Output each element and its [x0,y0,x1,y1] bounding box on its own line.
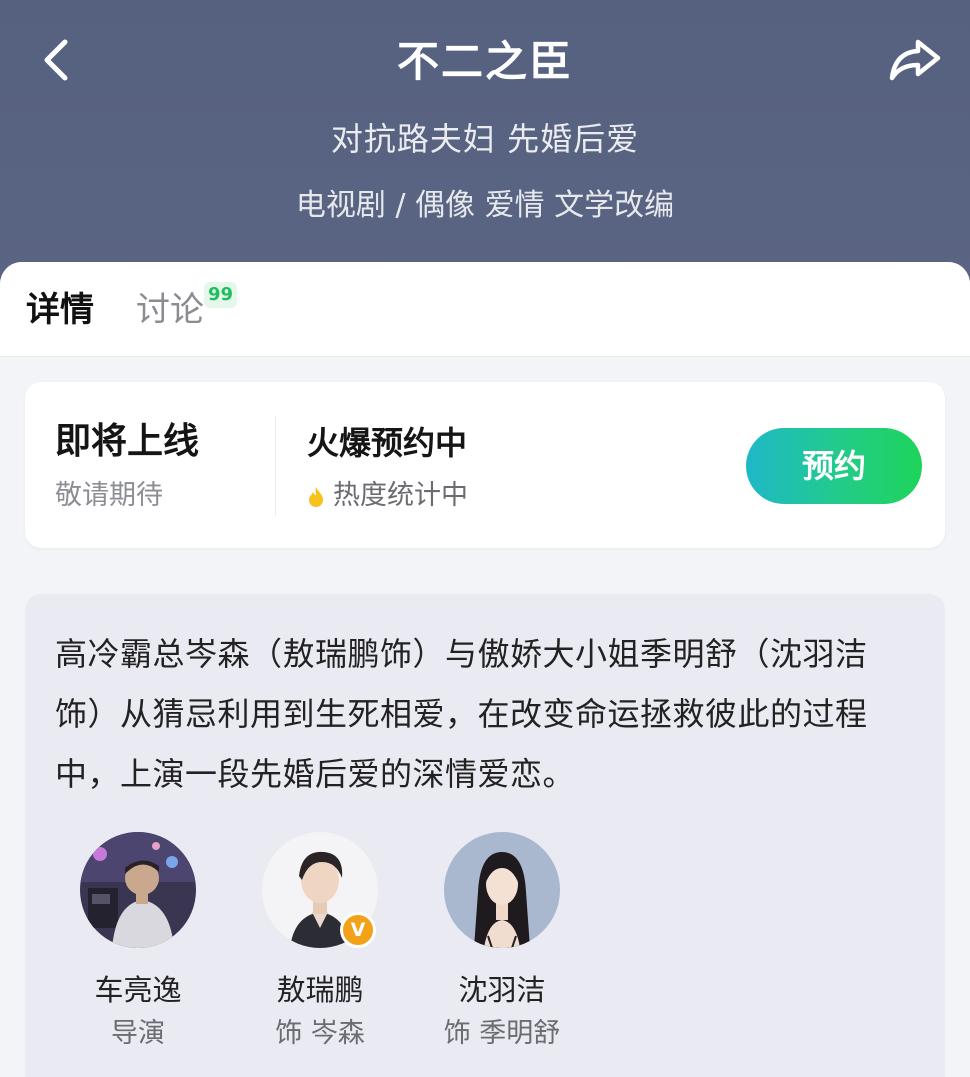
reservation-status: 火爆预约中 [307,424,468,462]
share-button[interactable] [884,34,946,86]
avatar: V [262,832,378,948]
cast-name: 敖瑞鹏 [276,973,364,1007]
popularity-status: 热度统计中 [333,480,468,511]
tab-bar: 详情 讨论 99 [0,262,970,357]
release-substatus: 敬请期待 [55,480,163,511]
avatar [80,832,196,948]
cast-name: 沈羽洁 [458,973,546,1007]
tagline: 对抗路夫妇 先婚后爱 [330,120,640,158]
page: 不二之臣 对抗路夫妇 先婚后爱 电视剧 / 偶像 爱情 文学改编 详情 讨论 9… [0,0,970,1077]
page-title: 不二之臣 [396,37,573,86]
content-sheet: 详情 讨论 99 即将上线 敬请期待 火爆预约中 热度统计中 预约 高冷霸总岑森… [0,262,970,1077]
release-status: 即将上线 [55,421,200,462]
divider [275,416,276,516]
genre-line: 电视剧 / 偶像 爱情 文学改编 [295,188,675,223]
cast-role: 饰 季明舒 [443,1018,561,1049]
cast-role: 导演 [111,1018,165,1049]
release-status-card: 即将上线 敬请期待 火爆预约中 热度统计中 预约 [25,382,945,548]
cast-item-director[interactable]: 车亮逸 导演 [63,832,213,1054]
tab-discussion[interactable]: 讨论 [136,286,204,334]
actress-avatar-image [444,832,560,948]
avatar [444,832,560,948]
discussion-count-badge: 99 [204,282,238,308]
header: 不二之臣 对抗路夫妇 先婚后爱 电视剧 / 偶像 爱情 文学改编 [0,0,970,268]
reserve-button[interactable]: 预约 [746,428,922,504]
synopsis-text: 高冷霸总岑森（敖瑞鹏饰）与傲娇大小姐季明舒（沈羽洁饰）从猜忌利用到生死相爱，在改… [55,635,868,793]
cast-item-actor[interactable]: V 敖瑞鹏 饰 岑森 [245,832,395,1054]
share-arrow-icon [889,39,941,81]
cast-role: 饰 岑森 [275,1018,365,1049]
flame-icon [309,487,323,507]
director-avatar-image [80,832,196,948]
tab-details[interactable]: 详情 [26,286,94,334]
synopsis-card: 高冷霸总岑森（敖瑞鹏饰）与傲娇大小姐季明舒（沈羽洁饰）从猜忌利用到生死相爱，在改… [25,594,945,1077]
cast-item-actress[interactable]: 沈羽洁 饰 季明舒 [427,832,577,1054]
cast-name: 车亮逸 [94,973,182,1007]
verified-badge-icon: V [340,912,376,948]
